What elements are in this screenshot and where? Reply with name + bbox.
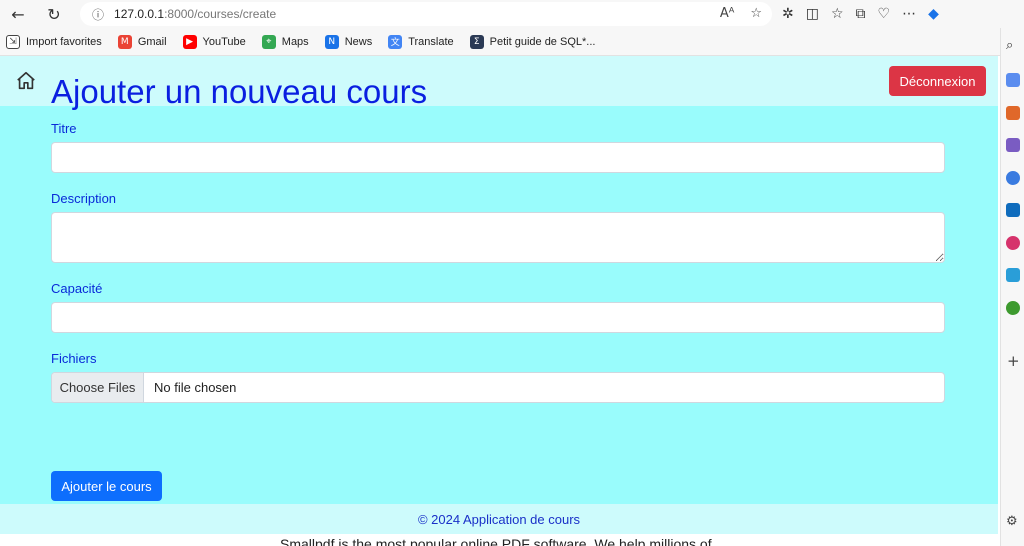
shopping-tag-icon[interactable] [1006, 73, 1020, 87]
home-icon[interactable] [15, 70, 37, 92]
capacity-input[interactable] [51, 302, 945, 333]
info-icon[interactable]: ⓘ [92, 6, 104, 23]
favorite-star-icon[interactable]: ☆ [750, 6, 762, 21]
outlook-icon[interactable] [1006, 203, 1020, 217]
youtube-icon: ▶ [182, 34, 197, 49]
favorites-icon[interactable]: ☆ [831, 6, 844, 22]
back-arrow-icon[interactable]: ← [4, 0, 32, 28]
url-host: 127.0.0.1 [114, 7, 165, 21]
microsoft-365-icon[interactable] [1006, 171, 1020, 185]
choose-files-button[interactable]: Choose Files [52, 373, 144, 402]
underlying-page-text: Smallpdf is the most popular online PDF … [0, 534, 998, 546]
submit-course-button[interactable]: Ajouter le cours [51, 471, 162, 501]
title-label: Titre [51, 121, 77, 136]
url-path: :8000/courses/create [164, 7, 277, 21]
copilot-icon[interactable]: ◆ [928, 6, 939, 22]
description-label: Description [51, 191, 117, 206]
page-title: Ajouter un nouveau cours [51, 73, 428, 110]
gmail-icon: M [117, 34, 132, 49]
sidebar-settings-icon[interactable]: ⚙ [1006, 514, 1018, 529]
news-icon: N [324, 34, 339, 49]
title-input[interactable] [51, 142, 945, 173]
search-icon[interactable]: ⌕ [1006, 38, 1013, 53]
web-page: Déconnexion Ajouter un nouveau cours Tit… [0, 56, 998, 534]
course-form: Ajouter un nouveau cours Titre Descripti… [51, 72, 945, 403]
more-menu-icon[interactable]: ⋯ [902, 6, 916, 22]
bookmark-import-favorites[interactable]: ⇲ Import favorites [6, 34, 102, 49]
games-icon[interactable] [1006, 138, 1020, 152]
tree-icon[interactable] [1006, 301, 1020, 315]
bookmark-sql-guide[interactable]: Σ Petit guide de SQL*... [469, 34, 595, 49]
tools-briefcase-icon[interactable] [1006, 106, 1020, 120]
split-screen-icon[interactable]: ◫ [806, 6, 819, 22]
collections-icon[interactable]: ⧉ [856, 6, 866, 22]
description-textarea[interactable] [51, 212, 945, 263]
reload-icon[interactable]: ↻ [40, 0, 68, 28]
browser-toolbar: ← ↻ ⓘ 127.0.0.1:8000/courses/create Aᴬ ☆… [0, 0, 1024, 28]
import-icon: ⇲ [6, 34, 20, 49]
read-aloud-icon[interactable]: Aᴬ [720, 6, 735, 21]
translate-icon: 文 [388, 34, 403, 49]
file-input[interactable]: Choose Files No file chosen [51, 372, 945, 403]
bookmark-news[interactable]: N News [324, 34, 372, 49]
address-bar[interactable]: ⓘ 127.0.0.1:8000/courses/create Aᴬ ☆ [80, 2, 772, 26]
footer: © 2024 Application de cours [0, 504, 998, 534]
extensions-icon[interactable]: ✲ [782, 6, 794, 22]
browser-essentials-icon[interactable]: ♡ [878, 6, 891, 22]
telegram-icon[interactable] [1006, 268, 1020, 282]
footer-text: © 2024 Application de cours [417, 511, 581, 527]
bookmark-youtube[interactable]: ▶ YouTube [182, 34, 246, 49]
add-sidebar-app-icon[interactable]: + [1007, 352, 1020, 370]
drop-icon[interactable] [1006, 236, 1020, 250]
edge-sidebar: ⌕ + ⚙ [1000, 28, 1024, 546]
file-status-text: No file chosen [154, 380, 237, 395]
bookmark-maps[interactable]: ⌖ Maps [261, 34, 309, 49]
bookmark-gmail[interactable]: M Gmail [117, 34, 167, 49]
bookmark-translate[interactable]: 文 Translate [388, 34, 454, 49]
sql-guide-icon: Σ [469, 34, 484, 49]
bookmarks-bar: ⇲ Import favorites M Gmail ▶ YouTube ⌖ M… [0, 28, 1000, 56]
files-label: Fichiers [51, 351, 97, 366]
capacity-label: Capacité [51, 281, 103, 296]
maps-icon: ⌖ [261, 34, 276, 49]
